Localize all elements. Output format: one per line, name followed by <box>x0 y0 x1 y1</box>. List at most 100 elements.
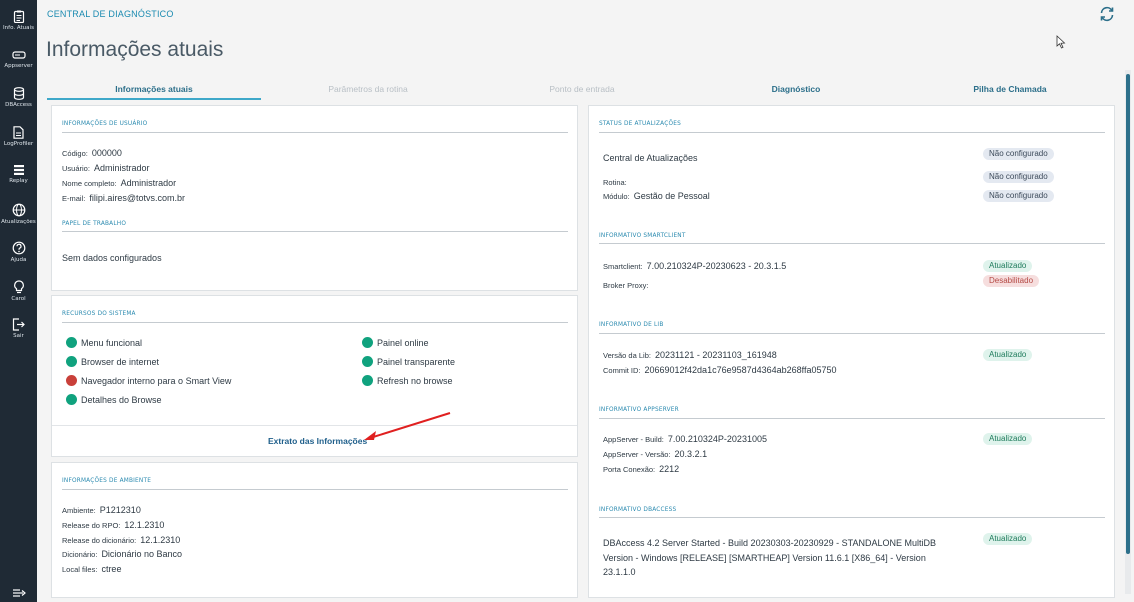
status-dot <box>362 356 373 367</box>
sidebar-item-label: Atualizações <box>1 219 36 225</box>
env-dicionario-field: Dicionário: Dicionário no Banco <box>62 549 182 559</box>
status-dot <box>66 356 77 367</box>
section-title: INFORMATIVO SMARTCLIENT <box>599 233 686 239</box>
section-divider <box>599 132 1105 133</box>
status-card: STATUS DE ATUALIZAÇÕES Central de Atuali… <box>588 105 1115 598</box>
collapse-menu-icon[interactable] <box>12 588 26 598</box>
resource-browser-internet: Browser de internet <box>66 356 159 367</box>
list-icon <box>13 165 24 175</box>
modulo-field: Módulo: Gestão de Pessoal <box>603 191 710 201</box>
sidebar-item-label: Info. Atuais <box>3 25 34 31</box>
scrollbar-thumb[interactable] <box>1126 74 1130 554</box>
porta-conexao-field: Porta Conexão: 2212 <box>603 464 680 474</box>
tab-diagnostico[interactable]: Diagnóstico <box>689 80 903 100</box>
dbaccess-info-line: Version - Windows [RELEASE] [SMARTHEAP] … <box>603 553 926 563</box>
dbaccess-info-line: 23.1.1.0 <box>603 567 636 577</box>
status-badge: Atualizado <box>983 349 1033 361</box>
env-local-files-field: Local files: ctree <box>62 564 122 574</box>
logout-icon <box>12 318 25 331</box>
rotina-field: Rotina: <box>603 178 627 187</box>
sidebar-item-sair[interactable]: Sair <box>0 312 37 348</box>
database-icon <box>13 87 24 100</box>
user-name-field: Usuário: Administrador <box>62 163 150 173</box>
tab-parametros-da-rotina[interactable]: Parâmetros da rotina <box>261 80 475 100</box>
section-title: INFORMATIVO DE LIB <box>599 322 664 328</box>
appserver-version-field: AppServer - Versão: 20.3.2.1 <box>603 449 708 459</box>
sidebar-item-carol[interactable]: Carol <box>0 274 37 310</box>
sidebar-item-dbaccess[interactable]: DBAccess <box>0 81 37 117</box>
sidebar-item-ajuda[interactable]: Ajuda <box>0 235 37 271</box>
section-title: INFORMATIVO APPSERVER <box>599 407 679 413</box>
resource-detalhes-browse: Detalhes do Browse <box>66 394 162 405</box>
section-divider <box>599 333 1105 334</box>
central-atualizacoes-label: Central de Atualizações <box>603 153 698 163</box>
env-ambiente-field: Ambiente: P1212310 <box>62 505 141 515</box>
user-fullname-field: Nome completo: Administrador <box>62 178 177 188</box>
section-title: PAPEL DE TRABALHO <box>62 221 127 227</box>
status-badge: Atualizado <box>983 260 1033 272</box>
sidebar-item-label: Carol <box>11 296 26 302</box>
document-icon <box>13 126 24 139</box>
env-release-dicionario-field: Release do dicionário: 12.1.2310 <box>62 535 181 545</box>
status-badge: Desabilitado <box>983 275 1040 287</box>
user-info-card: INFORMAÇÕES DE USUÁRIO Código: 000000 Usu… <box>51 105 578 291</box>
tab-informacoes-atuais[interactable]: Informações atuais <box>47 80 261 100</box>
tab-ponto-de-entrada[interactable]: Ponto de entrada <box>475 80 689 100</box>
sidebar-item-label: Ajuda <box>10 257 27 263</box>
section-divider <box>599 418 1105 419</box>
server-icon <box>11 51 26 59</box>
system-resources-card: RECURSOS DO SISTEMA Menu funcional Brows… <box>51 295 578 457</box>
clipboard-icon <box>13 10 24 23</box>
sidebar-item-atualizacoes[interactable]: Atualizações <box>0 197 37 233</box>
resource-refresh-browse: Refresh no browse <box>362 375 453 386</box>
refresh-icon[interactable] <box>1098 6 1116 22</box>
help-icon <box>12 241 25 255</box>
section-title: INFORMAÇÕES DE USUÁRIO <box>62 121 148 127</box>
environment-card: INFORMAÇÕES DE AMBIENTE Ambiente: P121231… <box>51 462 578 598</box>
sidebar-item-replay[interactable]: Replay <box>0 158 37 194</box>
lightbulb-icon <box>13 280 24 294</box>
section-title: RECURSOS DO SISTEMA <box>62 311 136 317</box>
sidebar-item-label: DBAccess <box>5 102 32 108</box>
tab-pilha-de-chamada[interactable]: Pilha de Chamada <box>903 80 1117 100</box>
status-dot <box>362 337 373 348</box>
appserver-build-field: AppServer - Build: 7.00.210324P-20231005 <box>603 434 767 444</box>
lib-version-field: Versão da Lib: 20231121 - 20231103_161948 <box>603 350 777 360</box>
page-scrollbar[interactable] <box>1125 70 1131 594</box>
card-divider <box>52 425 577 426</box>
status-dot <box>66 375 77 386</box>
resource-painel-transparente: Painel transparente <box>362 356 455 367</box>
status-dot <box>362 375 373 386</box>
sidebar: Info. Atuais Appserver DBAccess LogProfi… <box>0 0 37 602</box>
smartclient-field: Smartclient: 7.00.210324P-20230623 - 20.3… <box>603 261 787 271</box>
section-title: STATUS DE ATUALIZAÇÕES <box>599 121 681 127</box>
section-divider <box>62 231 568 232</box>
globe-icon <box>12 203 25 217</box>
annotation-arrow-icon <box>364 412 451 440</box>
status-badge: Não configurado <box>983 171 1054 183</box>
resource-navegador-smart-view: Navegador interno para o Smart View <box>66 375 231 386</box>
resource-painel-online: Painel online <box>362 337 429 348</box>
extrato-informacoes-link[interactable]: Extrato das Informações <box>268 436 367 446</box>
page-title: Informações atuais <box>46 38 224 61</box>
section-divider <box>599 517 1105 518</box>
status-badge: Atualizado <box>983 433 1033 445</box>
env-release-rpo-field: Release do RPO: 12.1.2310 <box>62 520 165 530</box>
sidebar-item-info-atuais[interactable]: Info. Atuais <box>0 4 37 40</box>
mouse-cursor-icon <box>1056 35 1066 49</box>
status-badge: Não configurado <box>983 190 1054 202</box>
sidebar-item-label: Replay <box>9 178 28 184</box>
section-divider <box>599 243 1105 244</box>
section-title: INFORMAÇÕES DE AMBIENTE <box>62 478 152 484</box>
sidebar-item-label: Appserver <box>4 63 33 69</box>
status-badge: Não configurado <box>983 148 1054 160</box>
work-role-empty-text: Sem dados configurados <box>62 253 162 263</box>
tab-bar: Informações atuais Parâmetros da rotina … <box>47 80 1119 100</box>
sidebar-item-label: Sair <box>13 333 24 339</box>
commit-id-field: Commit ID: 20669012f42da1c76e9587d4364ab2… <box>603 365 837 375</box>
dbaccess-info-line: DBAccess 4.2 Server Started - Build 2023… <box>603 538 936 548</box>
sidebar-item-logprofiler[interactable]: LogProfiler <box>0 120 37 156</box>
status-badge: Atualizado <box>983 533 1033 545</box>
sidebar-item-appserver[interactable]: Appserver <box>0 43 37 79</box>
breadcrumb: CENTRAL DE DIAGNÓSTICO <box>47 9 174 19</box>
